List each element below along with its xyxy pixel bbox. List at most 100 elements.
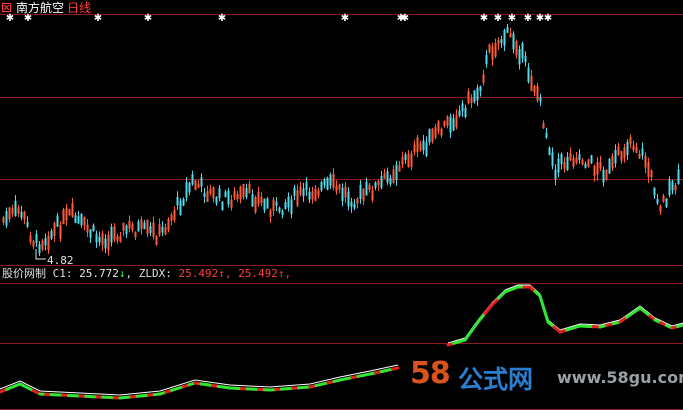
candle-body xyxy=(491,46,494,61)
candle-body xyxy=(482,74,485,83)
chart-title: 南方航空 日线 xyxy=(16,1,91,15)
candle-body xyxy=(569,152,572,161)
candle-body xyxy=(479,86,482,92)
signal-marker-icon: ✱ xyxy=(401,13,409,24)
candle-body xyxy=(650,170,653,178)
zldx-line-segment xyxy=(483,303,494,315)
candle-body xyxy=(515,41,518,56)
candle-body xyxy=(92,225,95,232)
candle-body xyxy=(227,190,230,205)
candle-body xyxy=(68,209,71,216)
candle-body xyxy=(263,198,266,211)
period-label: 日线 xyxy=(67,1,92,15)
candle-body xyxy=(164,227,167,235)
candle-body xyxy=(47,235,50,251)
candle-body xyxy=(581,159,584,165)
candle-body xyxy=(266,198,269,209)
candle-body xyxy=(86,224,89,233)
low-price-label: 4.82 xyxy=(47,254,74,267)
candle-body xyxy=(419,143,422,151)
candle-body xyxy=(134,232,137,238)
candle-body xyxy=(251,194,254,207)
candle-body xyxy=(461,103,464,112)
candle-body xyxy=(53,223,56,236)
candle-body xyxy=(329,174,332,186)
candle-body xyxy=(584,163,587,168)
candle-body xyxy=(50,230,53,239)
candle-body xyxy=(350,201,353,207)
candle-body xyxy=(149,226,152,233)
chart-canvas[interactable]: ✱ ✱ ✱ ✱ ✱ ✱ ✱✱ ✱ ✱ ✱ ✱ ✱ ✱ xyxy=(0,0,683,410)
candle-body xyxy=(365,181,368,196)
candle-body xyxy=(539,97,542,102)
candle-body xyxy=(434,127,437,138)
candle-body xyxy=(374,182,377,188)
candle-body xyxy=(410,153,413,167)
candle-body xyxy=(146,219,149,234)
candle-body xyxy=(527,67,530,83)
candle-body xyxy=(122,222,125,231)
candle-body xyxy=(470,98,473,104)
candle-body xyxy=(29,235,32,243)
watermark-brand: 公式网 xyxy=(458,365,534,394)
candle-body xyxy=(575,157,578,164)
candle-body xyxy=(179,200,182,216)
candle-body xyxy=(545,132,548,138)
candle-body xyxy=(347,191,350,207)
candle-body xyxy=(308,191,311,200)
candle-body xyxy=(371,190,374,201)
c1-arrow-icon: ↓ xyxy=(118,267,126,280)
candle-body xyxy=(641,148,644,156)
candle-body xyxy=(317,190,320,196)
candle-body xyxy=(239,186,242,199)
signal-marker-icon: ✱ xyxy=(94,13,102,24)
candle-body xyxy=(89,229,92,238)
candle-body xyxy=(107,234,110,251)
candle-body xyxy=(62,209,65,225)
candle-body xyxy=(155,235,158,245)
zldx-arrow-icon: ↑ xyxy=(218,267,225,280)
candle-body xyxy=(509,33,512,38)
candle-body xyxy=(38,244,41,254)
candle-body xyxy=(437,121,440,132)
candle-body xyxy=(11,208,14,214)
stock-name: 南方航空 xyxy=(16,1,65,15)
candle-body xyxy=(614,149,617,164)
candle-body xyxy=(320,182,323,191)
candle-body xyxy=(617,146,620,155)
candle-body xyxy=(212,187,215,199)
grid-lines xyxy=(0,14,683,410)
candle-body xyxy=(362,188,365,201)
candle-body xyxy=(554,169,557,180)
candle-body xyxy=(218,188,221,199)
candle-body xyxy=(401,156,404,165)
candle-body xyxy=(191,174,194,185)
candle-body xyxy=(455,114,458,128)
candle-body xyxy=(458,110,461,116)
candle-body xyxy=(638,153,641,159)
chart-window[interactable]: ✱ ✱ ✱ ✱ ✱ ✱ ✱ ✱ ✱ ✱ ✱ ✱ ✱ ✱ 南方航空 日线 4.82 股价网制 C1: 25.7… xyxy=(0,0,683,410)
signal-marker-icon: ✱ xyxy=(218,13,226,24)
zldx-line-segment xyxy=(538,294,546,311)
zldx-value: 25.492 xyxy=(178,267,219,280)
candle-body xyxy=(98,236,101,243)
candle-body xyxy=(8,207,11,220)
candle-body xyxy=(281,210,284,215)
candle-body xyxy=(128,220,131,229)
candle-body xyxy=(587,159,590,167)
candle-body xyxy=(257,192,260,205)
candle-body xyxy=(173,210,176,221)
signal-marker-icon: ✱ xyxy=(524,13,532,24)
candle-body xyxy=(305,182,308,190)
trailing-comma: , xyxy=(284,267,292,280)
candle-body xyxy=(83,216,86,226)
candle-body xyxy=(206,191,209,202)
candle-body xyxy=(335,185,338,192)
candle-body xyxy=(413,144,416,153)
candle-body xyxy=(668,179,671,196)
candle-body xyxy=(152,222,155,237)
candle-body xyxy=(200,177,203,187)
candle-body xyxy=(323,179,326,186)
zldx-line-segment xyxy=(463,329,473,342)
candle-body xyxy=(632,145,635,151)
